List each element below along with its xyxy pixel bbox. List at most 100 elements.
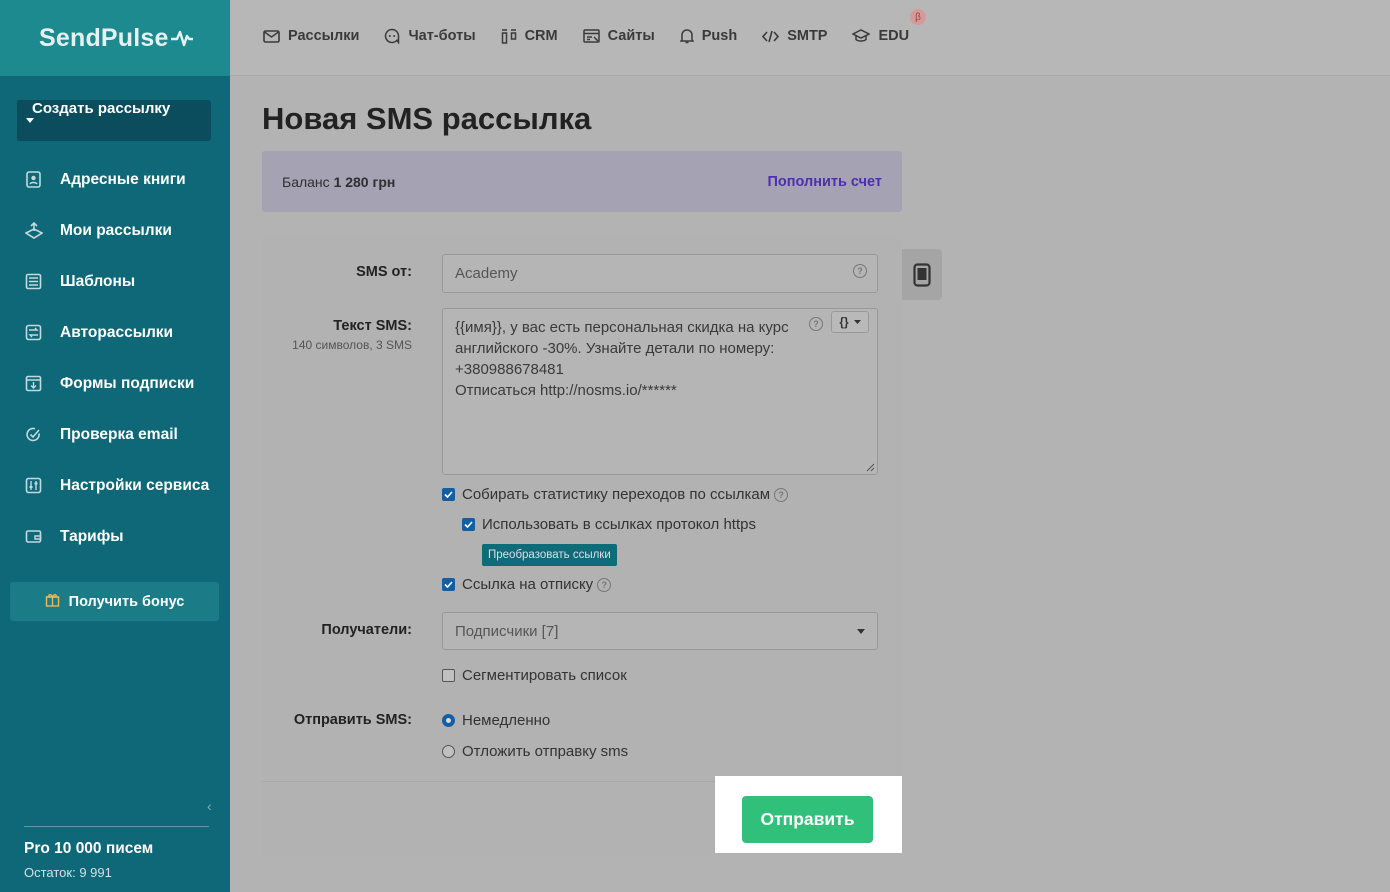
page-title: Новая SMS рассылка xyxy=(262,101,592,136)
resize-handle-icon[interactable] xyxy=(866,463,875,472)
https-option[interactable]: Использовать в ссылках протокол https xyxy=(462,516,756,533)
sidebar-item-my-campaigns[interactable]: Мои рассылки xyxy=(0,205,230,256)
unsubscribe-label: Ссылка на отписку xyxy=(462,576,594,593)
product-menu: Рассылки Чат-боты CRM Сайты Push SMTP ED… xyxy=(263,24,934,48)
topnav-item-crm[interactable]: CRM xyxy=(501,24,558,48)
plan-name[interactable]: Pro 10 000 писем xyxy=(24,840,153,858)
recipients-select[interactable]: Подписчики [7] xyxy=(442,612,878,650)
send-later-radio[interactable] xyxy=(442,745,455,758)
topnav-item-sites[interactable]: Сайты xyxy=(582,24,655,48)
track-links-option[interactable]: Собирать статистику переходов по ссылкам… xyxy=(442,486,789,503)
balance-panel: Баланс 1 280 грн Пополнить счет xyxy=(262,151,902,212)
chat-bot-icon xyxy=(384,28,400,44)
sidebar-item-address-books[interactable]: Адресные книги xyxy=(0,154,230,205)
automation-icon xyxy=(24,323,43,342)
sidebar-item-automations[interactable]: Авторассылки xyxy=(0,307,230,358)
segment-option[interactable]: Сегментировать список xyxy=(442,667,627,684)
segment-checkbox[interactable] xyxy=(442,669,455,682)
sender-field[interactable]: Academy ? xyxy=(442,254,878,293)
text-stats: 140 символов, 3 SMS xyxy=(292,338,412,352)
sidebar-item-service-settings[interactable]: Настройки сервиса xyxy=(0,460,230,511)
topnav-label: Рассылки xyxy=(288,28,360,44)
sidebar-item-label: Адресные книги xyxy=(60,170,186,188)
segment-label: Сегментировать список xyxy=(462,667,627,684)
https-label: Использовать в ссылках протокол https xyxy=(482,516,756,533)
email-check-icon xyxy=(24,425,43,444)
sidebar-item-email-check[interactable]: Проверка email xyxy=(0,409,230,460)
templates-icon xyxy=(24,272,43,291)
subscription-form-icon xyxy=(24,374,43,393)
send-button[interactable]: Отправить xyxy=(742,796,873,843)
get-bonus-label: Получить бонус xyxy=(68,593,185,610)
pulse-icon xyxy=(170,30,193,47)
topnav-label: SMTP xyxy=(787,28,828,44)
sidebar-item-label: Шаблоны xyxy=(60,272,136,290)
balance-label: Баланс xyxy=(282,173,330,190)
chevron-down-icon xyxy=(857,629,865,634)
sidebar: SendPulse Создать рассылку Адресные книг… xyxy=(0,0,230,892)
graduation-cap-icon xyxy=(852,29,871,43)
help-icon[interactable]: ? xyxy=(809,317,823,331)
topnav-item-push[interactable]: Push xyxy=(679,24,738,48)
create-campaign-label[interactable]: Создать рассылку xyxy=(16,100,170,117)
campaigns-icon xyxy=(24,221,43,240)
sidebar-item-label: Формы подписки xyxy=(60,374,195,392)
sidebar-item-label: Тарифы xyxy=(60,527,124,545)
track-links-checkbox[interactable] xyxy=(442,488,455,501)
beta-badge: β xyxy=(910,9,926,25)
sms-text-value: {{имя}}, у вас есть персональная скидка … xyxy=(455,319,789,399)
variables-label: {} xyxy=(839,315,849,329)
mobile-preview-button[interactable] xyxy=(902,249,942,300)
send-now-radio[interactable] xyxy=(442,714,455,727)
text-label: Текст SMS: xyxy=(333,318,412,334)
topnav-item-campaigns[interactable]: Рассылки xyxy=(263,24,359,48)
help-icon[interactable]: ? xyxy=(853,264,867,278)
send-later-option[interactable]: Отложить отправку sms xyxy=(442,743,628,760)
topnav-item-chatbots[interactable]: Чат-боты xyxy=(384,24,476,48)
topnav-label: Чат-боты xyxy=(408,28,476,44)
sidebar-item-templates[interactable]: Шаблоны xyxy=(0,256,230,307)
sidebar-item-label: Авторассылки xyxy=(60,323,174,341)
topnav-item-smtp[interactable]: SMTP xyxy=(762,24,827,48)
sidebar-item-pricing[interactable]: Тарифы xyxy=(0,511,230,562)
get-bonus-button[interactable]: Получить бонус xyxy=(10,582,219,621)
help-icon[interactable]: ? xyxy=(597,577,612,592)
wallet-icon xyxy=(24,527,43,546)
sidebar-item-subscription-forms[interactable]: Формы подписки xyxy=(0,358,230,409)
brand-logo[interactable]: SendPulse xyxy=(39,24,193,53)
top-navigation: Рассылки Чат-боты CRM Сайты Push SMTP ED… xyxy=(230,0,1390,76)
chevron-down-icon xyxy=(853,320,861,324)
collapse-sidebar-icon[interactable]: ‹ xyxy=(207,798,212,814)
topnav-label: Push xyxy=(701,28,738,44)
topnav-label: Сайты xyxy=(607,28,655,44)
recipients-value: Подписчики [7] xyxy=(455,623,559,640)
send-now-label: Немедленно xyxy=(462,712,551,729)
track-links-label: Собирать статистику переходов по ссылкам xyxy=(462,486,771,503)
sidebar-item-label: Настройки сервиса xyxy=(60,476,210,494)
sidebar-nav: Адресные книги Мои рассылки Шаблоны Авто… xyxy=(0,154,230,562)
https-checkbox[interactable] xyxy=(462,518,475,531)
bell-icon xyxy=(679,28,694,44)
unsubscribe-checkbox[interactable] xyxy=(442,578,455,591)
send-later-label: Отложить отправку sms xyxy=(462,743,629,760)
logo-bar: SendPulse xyxy=(0,0,230,76)
sidebar-item-label: Мои рассылки xyxy=(60,221,172,239)
plan-remaining: Остаток: 9 991 xyxy=(24,865,112,880)
crm-icon xyxy=(501,28,517,44)
top-up-link[interactable]: Пополнить счет xyxy=(767,174,882,190)
help-icon[interactable]: ? xyxy=(774,487,789,502)
create-campaign-button[interactable]: Создать рассылку xyxy=(16,100,211,141)
sites-icon xyxy=(582,28,600,44)
settings-sliders-icon xyxy=(24,476,43,495)
unsubscribe-option[interactable]: Ссылка на отписку ? xyxy=(442,576,612,593)
sender-value: Academy xyxy=(455,265,518,282)
sms-text-area[interactable]: {{имя}}, у вас есть персональная скидка … xyxy=(442,308,878,475)
chevron-down-icon xyxy=(26,118,34,123)
convert-links-button[interactable]: Преобразовать ссылки xyxy=(482,544,617,566)
code-icon xyxy=(762,30,780,43)
insert-variable-button[interactable]: {} xyxy=(831,311,869,333)
address-book-icon xyxy=(24,170,43,189)
topnav-label: CRM xyxy=(524,28,558,44)
topnav-item-edu[interactable]: EDU xyxy=(852,24,909,48)
send-now-option[interactable]: Немедленно xyxy=(442,712,550,729)
